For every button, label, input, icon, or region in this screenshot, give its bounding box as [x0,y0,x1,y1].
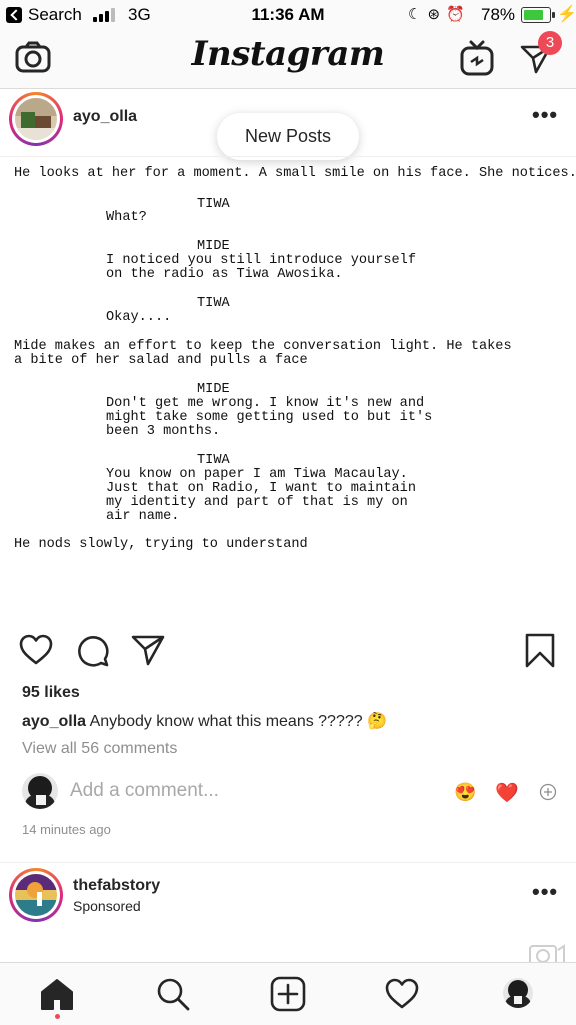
screenplay-dialogue: Okay.... [106,310,172,325]
alarm-icon: ⏰ [446,6,471,23]
charging-icon: ⚡ [557,6,576,23]
caption-username[interactable]: ayo_olla [22,713,86,730]
screenplay-action: He nods slowly, trying to understand [14,537,308,552]
screenplay-dialogue: air name. [106,509,180,524]
post-image[interactable]: He looks at her for a moment. A small sm… [0,156,576,617]
new-post-icon[interactable] [270,976,306,1012]
comment-icon[interactable] [76,634,110,668]
profile-tab-avatar[interactable] [503,978,533,1008]
post-username[interactable]: ayo_olla [73,108,137,126]
do-not-disturb-icon: ☾ [408,6,428,23]
battery-icon [521,7,555,23]
new-posts-button[interactable]: New Posts [217,113,359,160]
dm-count-badge: 3 [538,31,562,55]
app-header: Instagram [0,30,576,89]
more-emoji-plus-icon[interactable] [539,783,557,801]
home-activity-dot [55,1014,60,1019]
sponsored-label: Sponsored [73,898,141,914]
view-all-comments-link[interactable]: View all 56 comments [22,740,177,758]
battery-percent: 78% [481,5,516,24]
add-comment-input[interactable]: Add a comment... [70,780,219,802]
post-options-icon[interactable]: ••• [532,102,558,128]
sponsor-username[interactable]: thefabstory [73,877,160,895]
status-icons: ☾⊛⏰ [408,5,471,23]
sponsor-avatar[interactable] [12,871,60,919]
avatar[interactable] [12,95,60,143]
screenplay-dialogue: been 3 months. [106,424,221,439]
like-heart-icon[interactable] [19,634,53,666]
post-timestamp: 14 minutes ago [22,822,111,837]
search-icon[interactable] [155,976,191,1012]
caption-text: Anybody know what this means ????? 🤔 [89,713,388,730]
save-bookmark-icon[interactable] [525,633,555,669]
likes-count[interactable]: 95 likes [22,684,80,702]
screenplay-action: He looks at her for a moment. A small sm… [14,166,576,181]
screenplay-action: a bite of her salad and pulls a face [14,353,308,368]
igtv-icon[interactable] [460,40,494,76]
screenplay-dialogue: on the radio as Tiwa Awosika. [106,267,343,282]
rotation-lock-icon: ⊛ [427,6,447,23]
status-bar: Search 3G 11:36 AM ☾⊛⏰ 78% ⚡ [0,0,576,30]
share-icon[interactable] [131,634,165,666]
sponsor-options-icon[interactable]: ••• [532,879,558,905]
screenplay-dialogue: What? [106,210,147,225]
activity-heart-icon[interactable] [385,978,419,1010]
faded-camera-icon [529,944,565,964]
bottom-tab-bar [0,962,576,1025]
home-icon[interactable] [39,977,75,1011]
screenplay-character: TIWA [197,296,230,311]
post-caption: ayo_olla Anybody know what this means ??… [22,711,387,731]
quick-emoji-heart-eyes[interactable]: 😍 [454,782,476,803]
current-user-avatar [22,773,58,809]
quick-emoji-red-heart[interactable]: ❤️ [495,781,519,805]
sponsored-post-header: thefabstory Sponsored ••• [0,862,576,933]
screenplay-character: TIWA [197,197,230,212]
